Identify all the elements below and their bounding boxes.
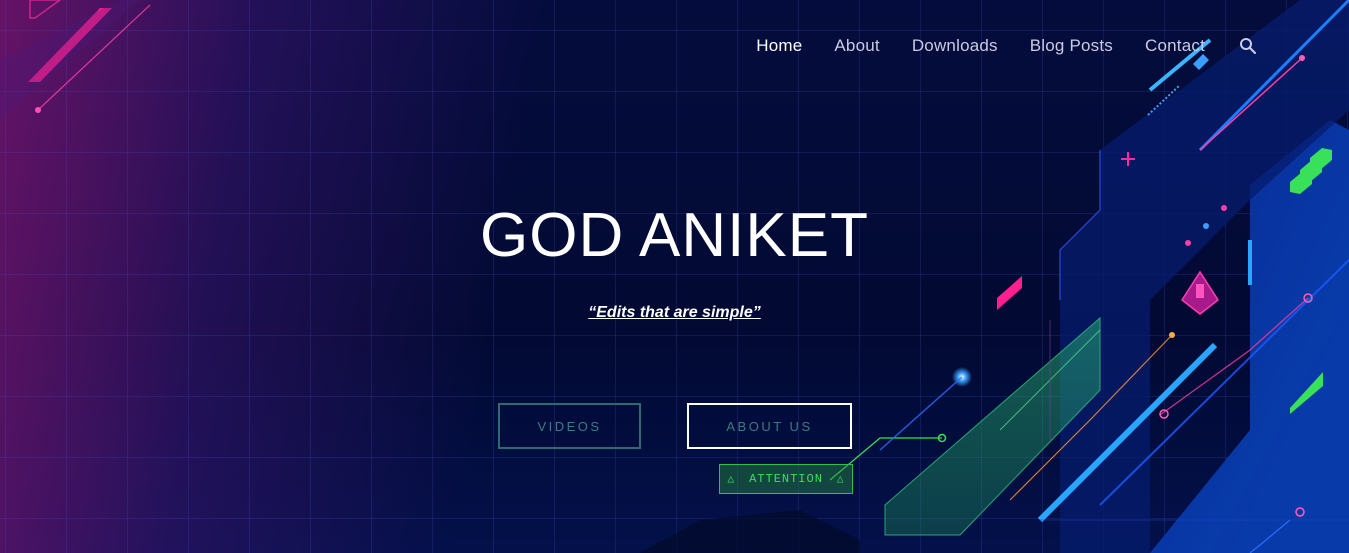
nav-downloads[interactable]: Downloads — [912, 36, 998, 56]
about-us-button[interactable]: ABOUT US — [687, 403, 852, 449]
circuit-decoration — [0, 0, 1349, 553]
videos-button[interactable]: VIDEOS — [498, 403, 641, 449]
triangle-icon: △ — [727, 474, 736, 486]
search-icon[interactable] — [1239, 37, 1257, 55]
nav-about[interactable]: About — [834, 36, 879, 56]
nav-blog-posts[interactable]: Blog Posts — [1030, 36, 1113, 56]
hero-title: GOD ANIKET — [480, 201, 869, 270]
nav-home[interactable]: Home — [756, 36, 802, 56]
main-nav: Home About Downloads Blog Posts Contact — [756, 36, 1257, 56]
nav-contact[interactable]: Contact — [1145, 36, 1205, 56]
hero-tagline: “Edits that are simple” — [588, 304, 761, 321]
attention-label: ATTENTION — [749, 472, 823, 486]
triangle-icon: △ — [836, 474, 845, 486]
hero-background — [0, 0, 1349, 553]
attention-badge: △ ATTENTION △ — [719, 464, 853, 494]
